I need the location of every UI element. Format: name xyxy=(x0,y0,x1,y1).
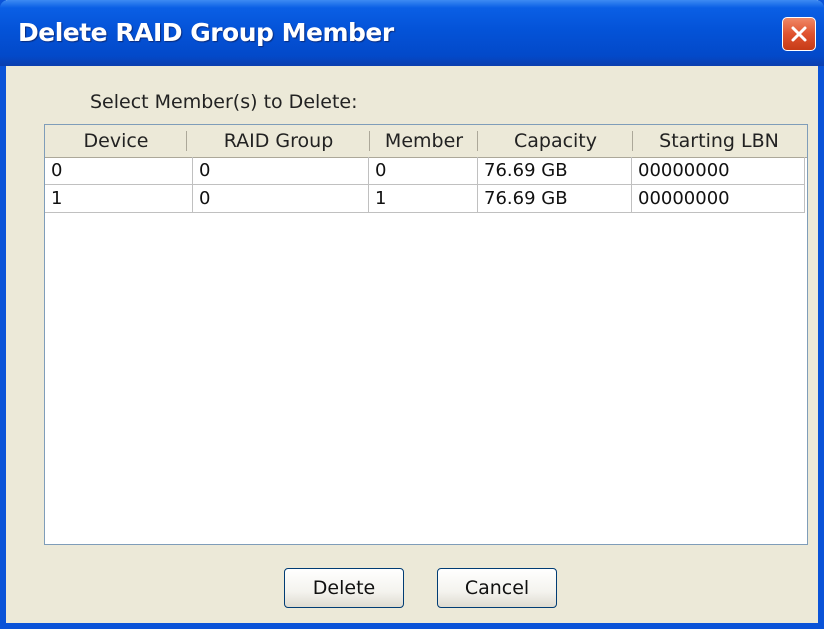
column-header-label: Device xyxy=(83,130,149,152)
cell-device: 1 xyxy=(45,185,193,213)
dialog-title: Delete RAID Group Member xyxy=(18,18,394,47)
column-header-label: Starting LBN xyxy=(659,130,779,152)
cell-capacity: 76.69 GB xyxy=(478,185,632,213)
delete-button[interactable]: Delete xyxy=(284,568,404,608)
column-header-starting-lbn[interactable]: Starting LBN xyxy=(633,125,805,157)
cell-member: 1 xyxy=(369,185,478,213)
cell-starting-lbn: 00000000 xyxy=(632,185,805,213)
column-header-raid-group[interactable]: RAID Group xyxy=(187,125,370,157)
column-header-member[interactable]: Member xyxy=(370,125,478,157)
cell-raid-group: 0 xyxy=(193,185,369,213)
cell-member: 0 xyxy=(369,157,478,185)
table-header: Device RAID Group Member Capacity Starti… xyxy=(45,125,807,158)
dialog-window: Delete RAID Group Member Select Member(s… xyxy=(0,0,824,629)
column-header-label: RAID Group xyxy=(223,130,334,152)
cell-starting-lbn: 00000000 xyxy=(632,157,805,185)
cell-device: 0 xyxy=(45,157,193,185)
cell-capacity: 76.69 GB xyxy=(478,157,632,185)
cancel-button[interactable]: Cancel xyxy=(437,568,557,608)
column-header-label: Member xyxy=(384,130,464,152)
title-bar[interactable]: Delete RAID Group Member xyxy=(0,0,824,66)
close-button[interactable] xyxy=(782,17,816,51)
column-header-capacity[interactable]: Capacity xyxy=(478,125,633,157)
column-header-device[interactable]: Device xyxy=(45,125,187,157)
members-table: Device RAID Group Member Capacity Starti… xyxy=(44,124,808,545)
instruction-label: Select Member(s) to Delete: xyxy=(90,91,358,113)
table-row[interactable]: 1 0 1 76.69 GB 00000000 xyxy=(45,185,805,213)
column-header-label: Capacity xyxy=(513,130,598,152)
cell-raid-group: 0 xyxy=(193,157,369,185)
close-icon xyxy=(791,26,807,42)
table-row[interactable]: 0 0 0 76.69 GB 00000000 xyxy=(45,157,805,185)
